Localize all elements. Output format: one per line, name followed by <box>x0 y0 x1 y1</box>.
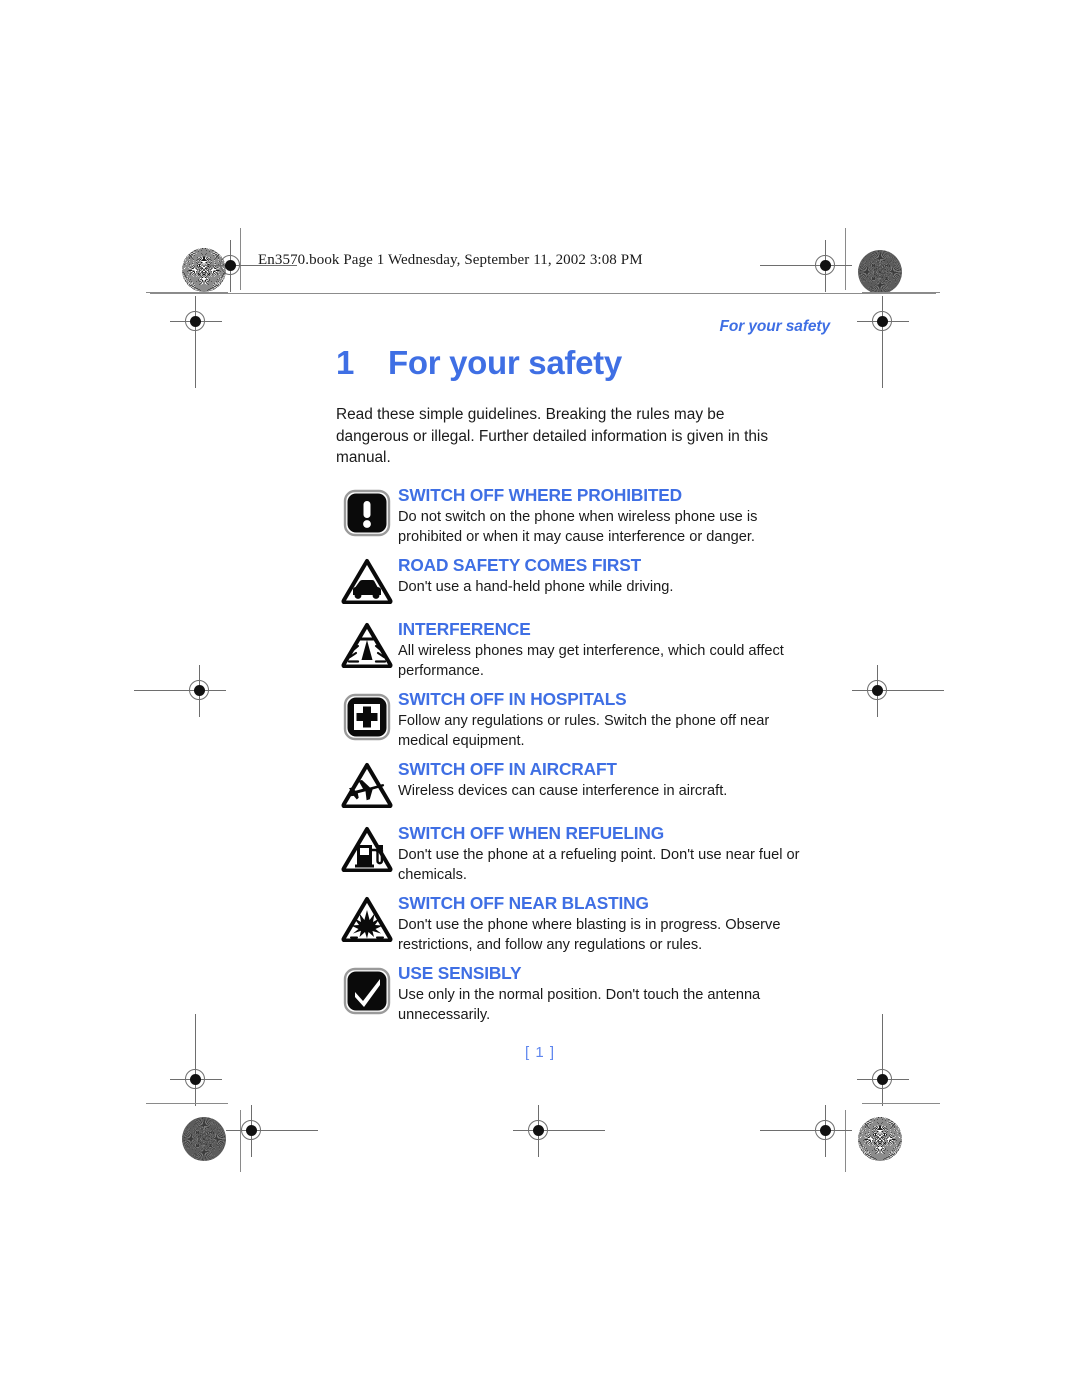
list-item: SWITCH OFF IN HOSPITALS Follow any regul… <box>336 688 806 752</box>
safety-heading: USE SENSIBLY <box>398 962 522 983</box>
safety-body: Don't use a hand-held phone while drivin… <box>398 578 674 595</box>
registration-crosshair-bottom-center <box>513 1105 605 1157</box>
list-item: ROAD SAFETY COMES FIRST Don't use a hand… <box>336 554 806 612</box>
print-header-text: En3570.book Page 1 Wednesday, September … <box>258 252 643 268</box>
car-triangle-icon <box>336 554 398 612</box>
list-item: SWITCH OFF IN AIRCRAFT Wireless devices … <box>336 758 806 816</box>
page-title: 1 For your safety <box>336 344 806 382</box>
safety-body: Do not switch on the phone when wireless… <box>398 508 758 546</box>
hospital-cross-square-icon <box>336 688 398 746</box>
list-item: INTERFERENCE All wireless phones may get… <box>336 618 806 682</box>
intro-paragraph: Read these simple guidelines. Breaking t… <box>336 406 769 466</box>
checkmark-square-icon <box>336 962 398 1020</box>
list-item-text: INTERFERENCE All wireless phones may get… <box>398 618 806 682</box>
safety-body: Don't use the phone where blasting is in… <box>398 916 781 954</box>
fuel-pump-triangle-icon <box>336 822 398 880</box>
registration-crosshair-right-lower <box>857 1014 909 1106</box>
safety-heading: SWITCH OFF WHERE PROHIBITED <box>398 484 682 505</box>
safety-guidelines-list: SWITCH OFF WHERE PROHIBITED Do not switc… <box>336 484 806 1026</box>
registration-crosshair-bottom-right <box>760 1105 852 1157</box>
airplane-triangle-icon <box>336 758 398 816</box>
list-item: SWITCH OFF NEAR BLASTING Don't use the p… <box>336 892 806 956</box>
registration-crosshair-bottom-left <box>226 1105 318 1157</box>
blasting-explosion-triangle-icon <box>336 892 398 950</box>
list-item-text: ROAD SAFETY COMES FIRST Don't use a hand… <box>398 554 806 598</box>
list-item-text: USE SENSIBLY Use only in the normal posi… <box>398 962 806 1026</box>
list-item: SWITCH OFF WHEN REFUELING Don't use the … <box>336 822 806 886</box>
trim-line-right-lower-horizontal <box>862 1103 940 1104</box>
registration-crosshair-right-upper <box>857 296 909 388</box>
safety-body: Don't use the phone at a refueling point… <box>398 846 800 884</box>
registration-crosshair-middle-right <box>852 665 944 717</box>
trim-line-left-lower-horizontal <box>146 1103 228 1104</box>
list-item-text: SWITCH OFF IN AIRCRAFT Wireless devices … <box>398 758 806 802</box>
safety-heading: SWITCH OFF WHEN REFUELING <box>398 822 665 843</box>
document-page: En3570.book Page 1 Wednesday, September … <box>0 0 1080 1397</box>
registration-crosshair-left-upper <box>170 296 222 388</box>
interference-triangle-icon <box>336 618 398 676</box>
list-item: USE SENSIBLY Use only in the normal posi… <box>336 962 806 1026</box>
registration-crosshair-left-lower <box>170 1014 222 1106</box>
safety-heading: SWITCH OFF NEAR BLASTING <box>398 892 649 913</box>
safety-body: Follow any regulations or rules. Switch … <box>398 712 770 750</box>
list-item-text: SWITCH OFF WHEN REFUELING Don't use the … <box>398 822 806 886</box>
registration-crosshair-top-left <box>205 240 297 292</box>
chapter-number: 1 <box>336 344 355 381</box>
exclamation-square-icon <box>336 484 398 542</box>
safety-heading: ROAD SAFETY COMES FIRST <box>398 554 641 575</box>
list-item-text: SWITCH OFF WHERE PROHIBITED Do not switc… <box>398 484 806 548</box>
safety-heading: INTERFERENCE <box>398 618 531 639</box>
running-header: For your safety <box>719 318 831 335</box>
registration-dark-circle-top-right <box>858 250 902 294</box>
safety-heading: SWITCH OFF IN HOSPITALS <box>398 688 627 709</box>
chapter-title-text: For your safety <box>388 344 622 381</box>
list-item-text: SWITCH OFF NEAR BLASTING Don't use the p… <box>398 892 806 956</box>
safety-body: All wireless phones may get interference… <box>398 642 784 680</box>
page-content: 1 For your safety Read these simple guid… <box>336 344 806 1032</box>
safety-body: Use only in the normal position. Don't t… <box>398 986 761 1024</box>
registration-crosshair-top-right <box>760 240 852 292</box>
page-number: [ 1 ] <box>524 1044 555 1061</box>
registration-crosshair-middle-left <box>134 665 226 717</box>
registration-starburst-bottom-right <box>858 1117 902 1161</box>
safety-body: Wireless devices can cause interference … <box>398 782 728 799</box>
safety-heading: SWITCH OFF IN AIRCRAFT <box>398 758 617 779</box>
list-item: SWITCH OFF WHERE PROHIBITED Do not switc… <box>336 484 806 548</box>
list-item-text: SWITCH OFF IN HOSPITALS Follow any regul… <box>398 688 806 752</box>
header-divider <box>150 293 936 294</box>
registration-dark-circle-bottom-left <box>182 1117 226 1161</box>
